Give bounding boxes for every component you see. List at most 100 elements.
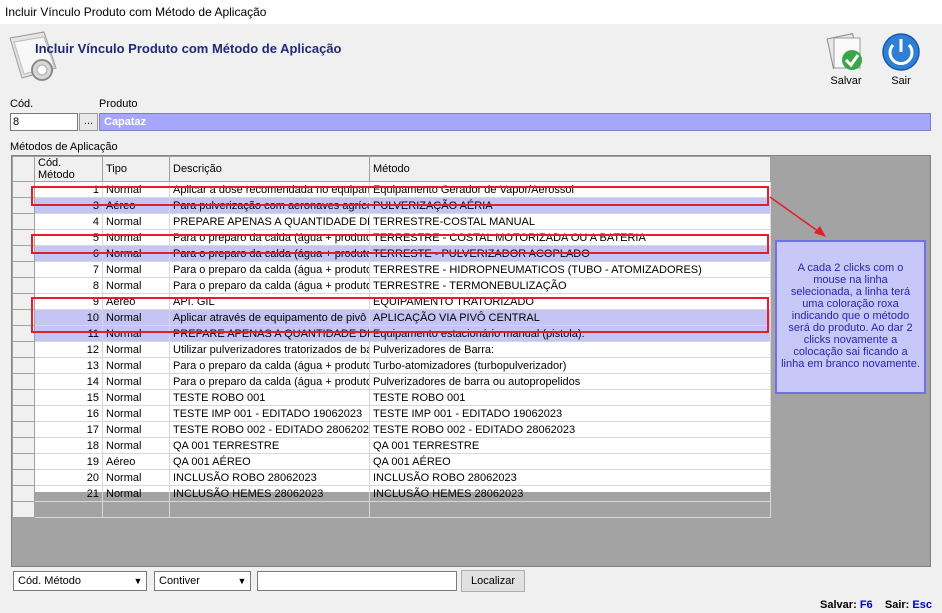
- cell-cod-metodo: 15: [34, 389, 103, 406]
- cell-tipo: Normal: [102, 485, 170, 502]
- chevron-down-icon: ▼: [133, 576, 143, 586]
- table-row[interactable]: 13 Normal Para o preparo da calda (água + …: [12, 357, 771, 374]
- cell-metodo: QA 001 AÉREO: [369, 453, 771, 470]
- col-header-metodo[interactable]: Método: [369, 156, 771, 182]
- table-row[interactable]: 4NormalPREPARE APENAS A QUANTIDADE DE CA…: [12, 213, 771, 230]
- lookup-button[interactable]: ...: [79, 113, 98, 131]
- form-title: Incluir Vínculo Produto com Método de Ap…: [35, 41, 342, 56]
- empty-cell: [102, 501, 170, 518]
- exit-button[interactable]: Sair: [876, 32, 926, 94]
- cell-cod-metodo: 16: [34, 405, 103, 422]
- window-title: Incluir Vínculo Produto com Método de Ap…: [5, 5, 267, 19]
- cell-descricao: Para o preparo da calda (água + produto): [169, 277, 370, 294]
- table-row-empty[interactable]: [12, 501, 771, 518]
- row-selector-header: [12, 156, 35, 182]
- search-button[interactable]: Localizar: [461, 570, 525, 592]
- search-mode-value: Contiver: [159, 575, 200, 587]
- cell-metodo: TERRESTRE-COSTAL MANUAL: [369, 213, 771, 230]
- search-mode-select[interactable]: Contiver ▼: [154, 571, 251, 591]
- row-selector[interactable]: [12, 469, 35, 486]
- table-row[interactable]: 20 Normal INCLUSÃO ROBO 28062023 INCLUSÃO R…: [12, 469, 771, 486]
- cell-descricao: Para o preparo da calda (água + produto): [169, 261, 370, 278]
- search-field-select[interactable]: Cód. Método ▼: [13, 571, 147, 591]
- cell-cod-metodo: 20: [34, 469, 103, 486]
- table-row[interactable]: 16 Normal TESTE IMP 001 - EDITADO 19062023…: [12, 405, 771, 422]
- cell-tipo: Normal: [102, 213, 170, 230]
- annotation-note: A cada 2 clicks com o mouse na linha sel…: [775, 240, 926, 394]
- cell-descricao: QA 001 TERRESTRE: [169, 437, 370, 454]
- cell-metodo: QA 001 TERRESTRE: [369, 437, 771, 454]
- produto-field: Capataz: [99, 113, 931, 131]
- table-row[interactable]: 7 Normal Para o preparo da calda (água + p…: [12, 261, 771, 278]
- cell-descricao: TESTE IMP 001 - EDITADO 19062023: [169, 405, 370, 422]
- save-button[interactable]: Salvar: [821, 32, 871, 94]
- form-header-icon: [9, 31, 57, 81]
- cod-label: Cód.: [10, 98, 34, 110]
- row-selector[interactable]: [12, 437, 35, 454]
- table-row[interactable]: 12 Normal Utilizar pulverizadores tratoriz…: [12, 341, 771, 358]
- row-selector[interactable]: [12, 485, 35, 502]
- annotation-highlight-box: [31, 186, 769, 206]
- cell-descricao: INCLUSÃO HEMES 28062023: [169, 485, 370, 502]
- col-header-tipo[interactable]: Tipo: [102, 156, 170, 182]
- cell-metodo: INCLUSÃO HEMES 28062023: [369, 485, 771, 502]
- produto-label: Produto: [99, 98, 138, 110]
- cell-descricao: TESTE ROBO 001: [169, 389, 370, 406]
- cell-tipo: Aéreo: [102, 453, 170, 470]
- row-selector: [12, 501, 35, 518]
- table-row[interactable]: 15 Normal TESTE ROBO 001 TESTE ROBO 001: [12, 389, 771, 406]
- table-row[interactable]: 14 Normal Para o preparo da calda (água + …: [12, 373, 771, 390]
- cell-metodo: TESTE IMP 001 - EDITADO 19062023: [369, 405, 771, 422]
- row-selector[interactable]: [12, 213, 35, 230]
- cell-descricao: Utilizar pulverizadores tratorizados de …: [169, 341, 370, 358]
- cell-tipo: Normal: [102, 421, 170, 438]
- save-check-icon: [826, 33, 862, 70]
- cell-metodo: TERRESTRE - HIDROPNEUMATICOS (TUBO - ATO…: [369, 261, 771, 278]
- power-icon: [882, 33, 920, 71]
- cell-descricao: Para o preparo da calda (água + produto): [169, 373, 370, 390]
- cell-descricao: INCLUSÃO ROBO 28062023: [169, 469, 370, 486]
- row-selector[interactable]: [12, 261, 35, 278]
- empty-cell: [369, 501, 771, 518]
- cell-metodo: INCLUSÃO ROBO 28062023: [369, 469, 771, 486]
- cod-input[interactable]: 8: [10, 113, 78, 131]
- cell-metodo: Pulverizadores de barra ou autopropelido…: [369, 373, 771, 390]
- cell-metodo: TESTE ROBO 001: [369, 389, 771, 406]
- row-selector[interactable]: [12, 277, 35, 294]
- grid-caption: Métodos de Aplicação: [10, 141, 118, 153]
- table-row[interactable]: 8 Normal Para o preparo da calda (água + p…: [12, 277, 771, 294]
- annotation-highlight-box: [31, 234, 769, 254]
- cell-cod-metodo: 17: [34, 421, 103, 438]
- row-selector[interactable]: [12, 389, 35, 406]
- cell-cod-metodo: 7: [34, 261, 103, 278]
- cell-cod-metodo: 13: [34, 357, 103, 374]
- cell-descricao: TESTE ROBO 002 - EDITADO 28062023: [169, 421, 370, 438]
- table-row[interactable]: 19 Aéreo QA 001 AÉREO QA 001 AÉREO: [12, 453, 771, 470]
- row-selector[interactable]: [12, 405, 35, 422]
- cell-tipo: Normal: [102, 357, 170, 374]
- col-header-descricao[interactable]: Descrição: [169, 156, 370, 182]
- cell-descricao: QA 001 AÉREO: [169, 453, 370, 470]
- col-header-cod-metodo[interactable]: Cód. Método: [34, 156, 103, 182]
- cell-tipo: Normal: [102, 469, 170, 486]
- search-input[interactable]: [257, 571, 457, 591]
- cell-cod-metodo: 4: [34, 213, 103, 230]
- cell-cod-metodo: 19: [34, 453, 103, 470]
- table-row[interactable]: 21 Normal INCLUSÃO HEMES 28062023 INCLUSÃO …: [12, 485, 771, 502]
- cell-metodo: Turbo-atomizadores (turbopulverizador): [369, 357, 771, 374]
- row-selector[interactable]: [12, 421, 35, 438]
- table-row[interactable]: 18 Normal QA 001 TERRESTRE QA 001 TERRESTRE: [12, 437, 771, 454]
- table-row[interactable]: 17 Normal TESTE ROBO 002 - EDITADO 2806202…: [12, 421, 771, 438]
- row-selector[interactable]: [12, 453, 35, 470]
- cell-cod-metodo: 8: [34, 277, 103, 294]
- row-selector[interactable]: [12, 357, 35, 374]
- cell-tipo: Normal: [102, 389, 170, 406]
- cell-metodo: TESTE ROBO 002 - EDITADO 28062023: [369, 421, 771, 438]
- cell-descricao: PREPARE APENAS A QUANTIDADE DE CALDA: [169, 213, 370, 230]
- methods-table: Cód. Método Tipo Descrição Método 1 Norma…: [12, 156, 771, 518]
- empty-cell: [34, 501, 103, 518]
- row-selector[interactable]: [12, 341, 35, 358]
- cell-metodo: Pulverizadores de Barra:: [369, 341, 771, 358]
- row-selector[interactable]: [12, 373, 35, 390]
- cell-tipo: Normal: [102, 277, 170, 294]
